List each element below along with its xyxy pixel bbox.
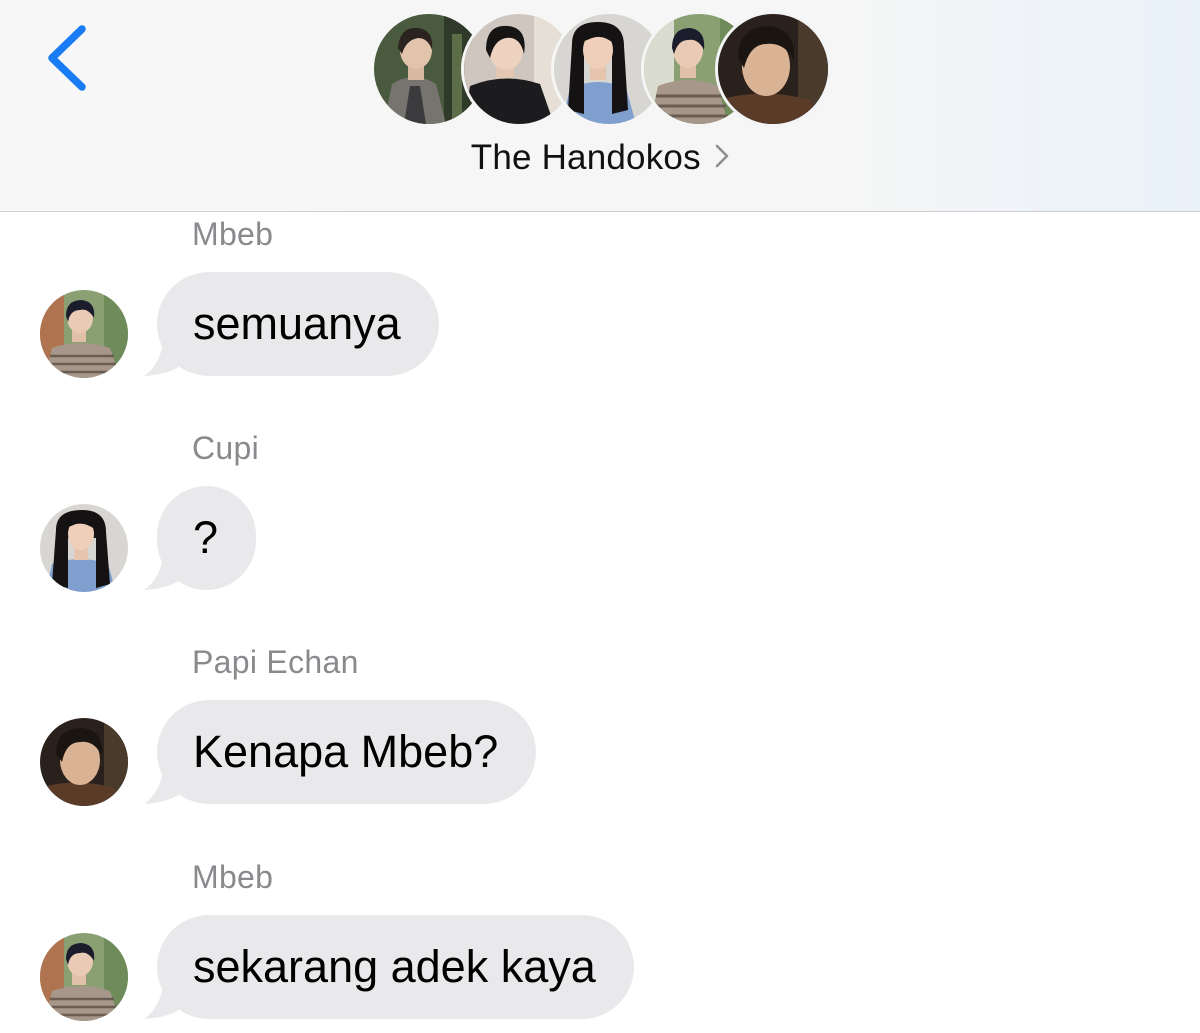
message-group: Cupi ? — [0, 430, 1200, 600]
sender-name: Cupi — [192, 430, 260, 466]
message-group: Mbeb sekarang adek kaya — [0, 859, 1200, 1029]
back-button[interactable] — [40, 22, 100, 94]
message-bubble[interactable]: semuanya — [144, 272, 439, 376]
message-group: Mbeb semuanya — [0, 216, 1200, 386]
conversation-header: The Handokos — [0, 0, 1200, 212]
message-text: sekarang adek kaya — [157, 915, 634, 1019]
message-text: ? — [157, 486, 257, 590]
sender-avatar[interactable] — [40, 718, 128, 806]
message-bubble[interactable]: sekarang adek kaya — [144, 915, 634, 1019]
sender-name: Mbeb — [192, 216, 274, 252]
message-group: Papi Echan Kenapa Mbeb? — [0, 644, 1200, 814]
sender-name: Mbeb — [192, 859, 274, 895]
sender-avatar[interactable] — [40, 504, 128, 592]
sender-avatar[interactable] — [40, 933, 128, 1021]
message-bubble[interactable]: Kenapa Mbeb? — [144, 700, 537, 804]
sender-avatar[interactable] — [40, 290, 128, 378]
group-avatar-stack[interactable] — [371, 11, 831, 129]
group-title-button[interactable]: The Handokos — [0, 138, 1200, 178]
group-title: The Handokos — [470, 138, 701, 177]
message-text: semuanya — [157, 272, 439, 376]
sender-name: Papi Echan — [192, 644, 359, 680]
messages-screen: The Handokos Mbeb semuanya Cupi ? Papi E… — [0, 0, 1200, 1033]
member-avatar-5 — [715, 11, 831, 127]
chevron-left-icon — [48, 25, 86, 91]
message-text: Kenapa Mbeb? — [157, 700, 537, 804]
message-bubble[interactable]: ? — [144, 486, 257, 590]
chevron-right-icon — [715, 144, 729, 168]
